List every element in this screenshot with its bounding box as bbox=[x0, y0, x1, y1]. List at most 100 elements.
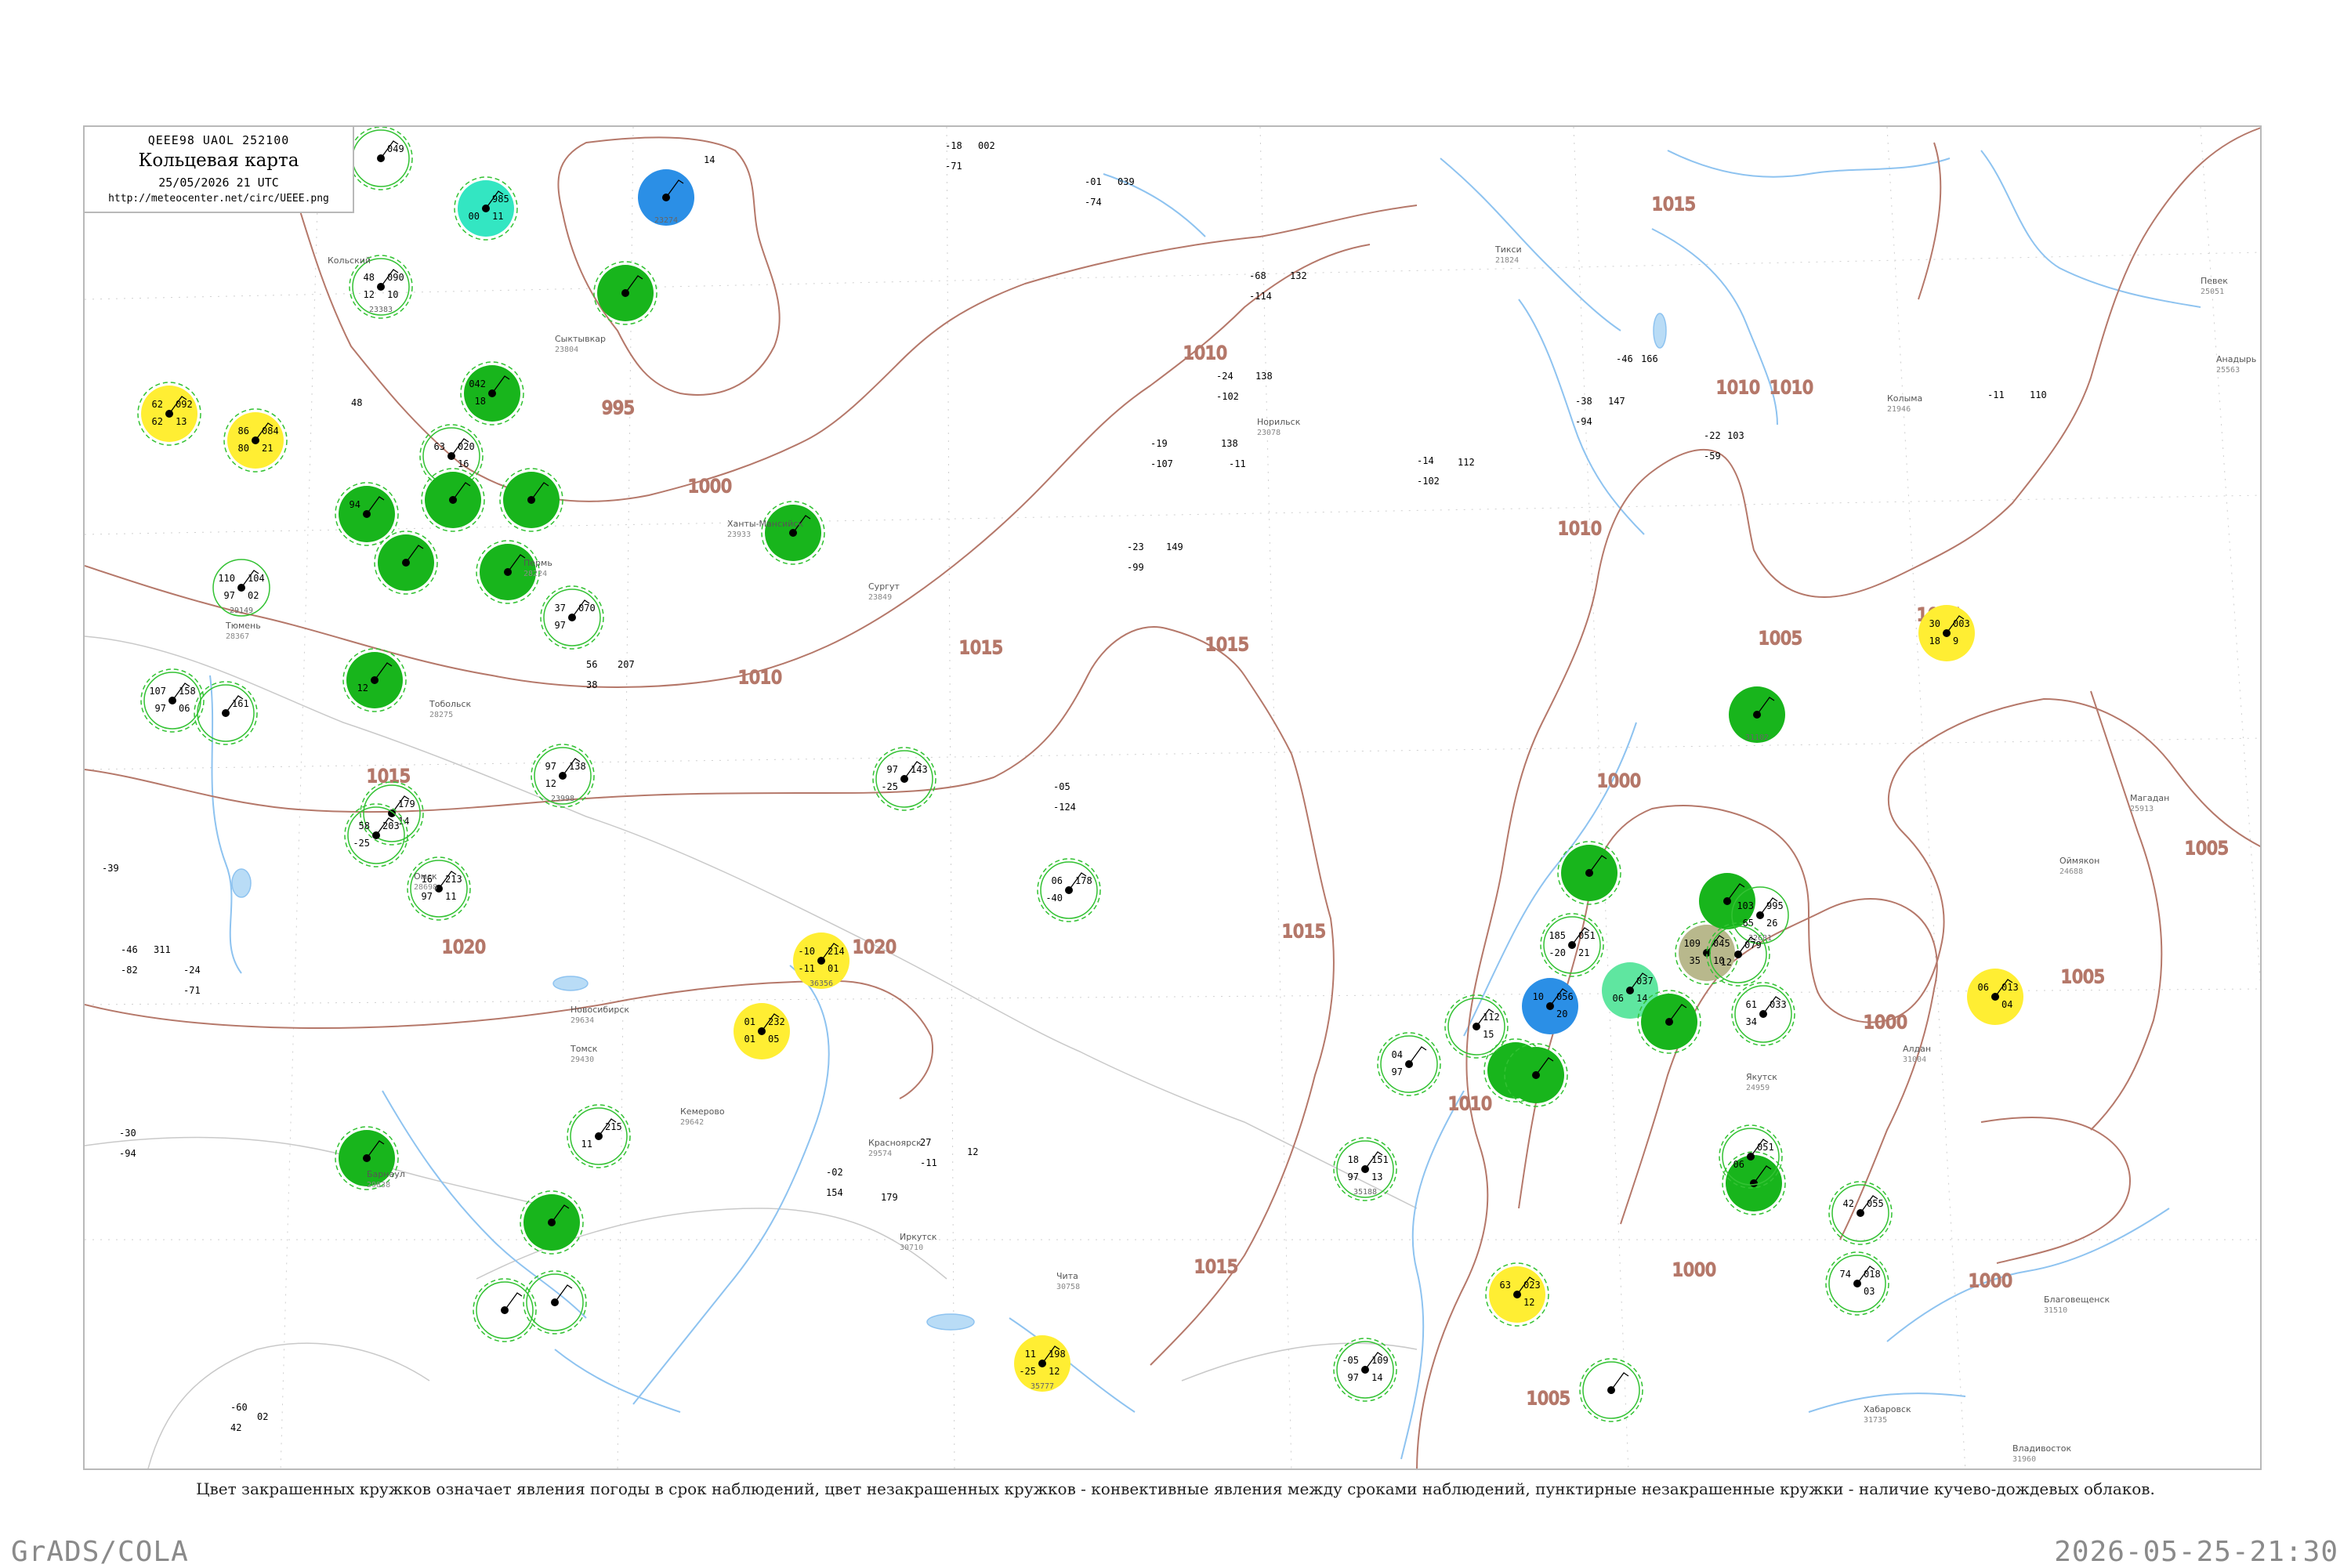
station-tendency: 04 bbox=[2001, 999, 2012, 1010]
weather-station[interactable]: 97 143 -25 bbox=[872, 747, 936, 811]
station-readout: 166 bbox=[1641, 353, 1658, 364]
station-readout: -24 bbox=[183, 965, 201, 976]
station-tendency: 03 bbox=[1864, 1286, 1875, 1297]
station-temperature: 04 bbox=[1392, 1049, 1403, 1060]
weather-station[interactable]: 12 bbox=[342, 648, 407, 712]
map-url[interactable]: http://meteocenter.net/circ/UEEE.png bbox=[85, 193, 353, 205]
station-readout: 179 bbox=[881, 1192, 898, 1203]
weather-station[interactable]: 042 18 bbox=[460, 361, 524, 425]
station-dewpoint: 18 bbox=[1929, 636, 1940, 646]
place-name: Магадан bbox=[2130, 793, 2169, 803]
isobar-label-1005-c: 1005 bbox=[2185, 839, 2229, 859]
station-temperature: 01 bbox=[744, 1016, 755, 1027]
station-temperature: 97 bbox=[887, 764, 898, 775]
station-tendency: 14 bbox=[1371, 1372, 1382, 1383]
station-dewpoint: 12 bbox=[364, 289, 375, 300]
isobar-1015-center bbox=[85, 626, 1292, 813]
station-dewpoint: 11 bbox=[581, 1139, 592, 1150]
place-label: Владивосток31960 bbox=[2012, 1443, 2071, 1464]
weather-station[interactable]: 58 203 -25 bbox=[344, 803, 408, 867]
weather-station[interactable]: 049 bbox=[349, 127, 413, 190]
place-index: 30710 bbox=[900, 1244, 923, 1252]
weather-station[interactable]: 31102 bbox=[1729, 686, 1785, 743]
station-tendency: 05 bbox=[768, 1034, 779, 1045]
weather-station[interactable]: 63 023 12 bbox=[1485, 1262, 1549, 1327]
weather-station[interactable]: 97 138 12 23998 bbox=[531, 744, 595, 808]
isobar-label-1000-d: 1000 bbox=[1672, 1261, 1716, 1280]
weather-station[interactable] bbox=[1579, 1358, 1643, 1422]
weather-station[interactable]: 112 15 bbox=[1444, 994, 1509, 1059]
map-title-box: QEEE98 UAOL 252100 Кольцевая карта 25/05… bbox=[83, 125, 354, 213]
station-pressure: 084 bbox=[262, 425, 279, 436]
weather-station[interactable]: 30 003 18 9 bbox=[1918, 605, 1975, 661]
weather-station[interactable] bbox=[1722, 1151, 1786, 1215]
software-credit: GrADS/COLA bbox=[11, 1536, 189, 1568]
weather-station[interactable]: 06 013 04 bbox=[1967, 969, 2023, 1025]
place-name: Кемерово bbox=[680, 1106, 725, 1117]
place-name: Сыктывкар bbox=[555, 334, 606, 344]
station-pressure: 178 bbox=[1075, 875, 1092, 886]
isobar-label-1005: 1005 bbox=[1759, 629, 1802, 649]
weather-station[interactable]: 62 092 62 13 bbox=[137, 382, 201, 446]
weather-station[interactable]: 06 178 -40 bbox=[1037, 858, 1101, 922]
weather-station[interactable]: 42 055 bbox=[1828, 1181, 1893, 1245]
station-temperature: 86 bbox=[238, 425, 249, 436]
station-readout: 311 bbox=[154, 944, 171, 955]
weather-station[interactable]: 37 070 97 bbox=[540, 585, 604, 650]
weather-station[interactable]: 161 bbox=[194, 681, 258, 745]
map-datetime: 25/05/2026 21 UTC bbox=[158, 176, 279, 190]
map-caption: Цвет закрашенных кружков означает явлени… bbox=[196, 1479, 2155, 1498]
weather-station[interactable]: 985 00 11 bbox=[454, 176, 518, 241]
weather-station[interactable] bbox=[523, 1270, 587, 1334]
weather-station[interactable] bbox=[335, 1126, 399, 1190]
weather-station[interactable]: 23274 bbox=[638, 169, 694, 226]
weather-station[interactable]: -10 214 -11 01 36356 bbox=[793, 932, 849, 989]
station-tendency: 15 bbox=[1483, 1029, 1494, 1040]
weather-station[interactable] bbox=[499, 468, 563, 532]
weather-station[interactable]: 110 104 97 02 29149 bbox=[212, 559, 270, 617]
place-name: Тобольск bbox=[429, 699, 472, 709]
weather-station[interactable]: 109 04535 10 bbox=[1675, 921, 1739, 985]
weather-station[interactable] bbox=[593, 261, 657, 325]
place-label: Колыма21946 bbox=[1887, 393, 1922, 414]
weather-station[interactable]: 18 151 97 13 35188 bbox=[1333, 1137, 1397, 1201]
weather-station[interactable]: 86 084 80 21 bbox=[223, 408, 288, 473]
station-pressure: 138 bbox=[569, 761, 586, 772]
station-readout: 039 bbox=[1118, 176, 1135, 187]
weather-station[interactable]: 17914 bbox=[360, 781, 424, 846]
map-canvas[interactable]: 995 1000 1010 1010 1015 1015 1020 1020 1… bbox=[85, 127, 2262, 1470]
weather-station[interactable] bbox=[374, 531, 438, 595]
place-name: Омск bbox=[414, 871, 437, 882]
station-pressure: 079 bbox=[1744, 940, 1762, 951]
station-temperature: 97 bbox=[545, 761, 556, 772]
isobar-1010-west bbox=[85, 244, 1371, 688]
station-readout: 103 bbox=[1727, 430, 1744, 441]
station-readout: -74 bbox=[1085, 197, 1102, 208]
weather-station[interactable]: 10 056 20 bbox=[1522, 978, 1578, 1034]
place-index: 25913 bbox=[2130, 805, 2154, 813]
station-pressure: 215 bbox=[605, 1121, 622, 1132]
weather-station[interactable]: 04 97 bbox=[1377, 1032, 1441, 1096]
station-tendency: 13 bbox=[176, 416, 187, 427]
station-temperature: 185 bbox=[1549, 930, 1566, 941]
station-index: 23998 bbox=[551, 795, 574, 803]
weather-station[interactable]: 215 11 bbox=[567, 1104, 631, 1168]
weather-station[interactable]: -05 109 97 14 bbox=[1333, 1338, 1397, 1402]
place-index: 24959 bbox=[1746, 1084, 1770, 1092]
station-pressure: 033 bbox=[1770, 999, 1787, 1010]
weather-station[interactable] bbox=[761, 501, 825, 565]
place-index: 29574 bbox=[868, 1150, 892, 1158]
isobar-label-1020: 1020 bbox=[442, 938, 486, 958]
place-name: Владивосток bbox=[2012, 1443, 2071, 1454]
station-temperature: 37 bbox=[555, 603, 566, 614]
station-index: 29149 bbox=[230, 607, 253, 615]
station-dewpoint: 12 bbox=[1721, 957, 1732, 968]
weather-station[interactable]: 74 018 03 bbox=[1825, 1251, 1889, 1316]
weather-station[interactable]: 11 198 -25 12 35777 bbox=[1014, 1335, 1070, 1392]
map-frame[interactable]: 995 1000 1010 1010 1015 1015 1020 1020 1… bbox=[83, 125, 2262, 1470]
weather-station[interactable]: 107 158 97 06 bbox=[140, 668, 205, 733]
weather-station[interactable] bbox=[421, 468, 485, 532]
place-index: 25563 bbox=[2216, 366, 2240, 375]
weather-station[interactable]: 01 232 01 05 bbox=[734, 1003, 790, 1059]
weather-station[interactable] bbox=[520, 1190, 584, 1255]
